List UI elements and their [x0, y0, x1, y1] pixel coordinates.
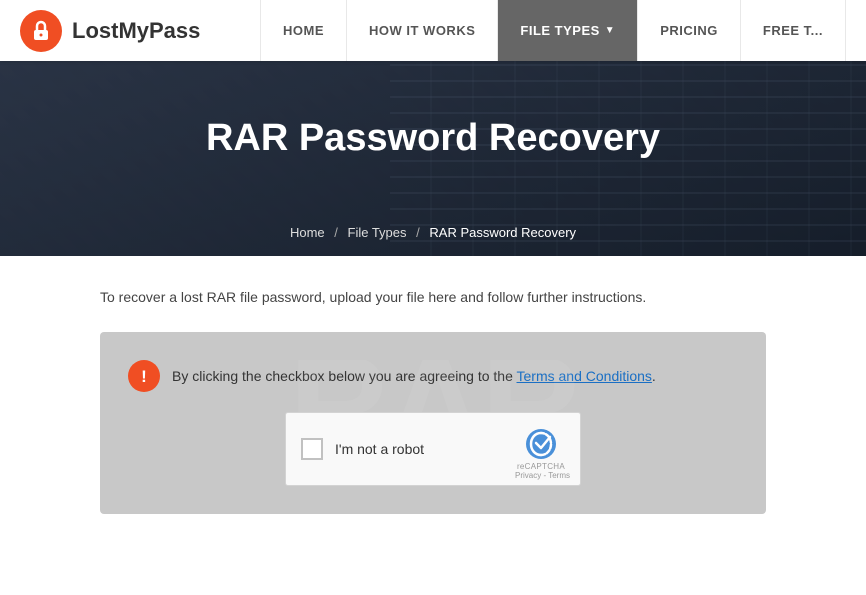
breadcrumb-home[interactable]: Home	[290, 225, 325, 240]
recaptcha-brand-text: reCAPTCHA	[517, 462, 565, 471]
logo[interactable]: LostMyPass	[20, 10, 200, 52]
nav-pricing[interactable]: PRICING	[638, 0, 741, 61]
notice-row: ! By clicking the checkbox below you are…	[128, 360, 738, 392]
captcha-label: I'm not a robot	[335, 441, 505, 457]
breadcrumb-sep-1: /	[334, 225, 338, 240]
captcha-privacy-link[interactable]: Privacy	[515, 471, 541, 480]
captcha-footer: Privacy - Terms	[515, 471, 570, 480]
captcha-box: I'm not a robot reCAPTCHA Privacy	[285, 412, 581, 486]
breadcrumb-sep-2: /	[416, 225, 420, 240]
captcha-checkbox[interactable]	[301, 438, 323, 460]
nav-home[interactable]: HOME	[260, 0, 347, 61]
intro-text: To recover a lost RAR file password, upl…	[100, 286, 766, 308]
brand-name: LostMyPass	[72, 18, 200, 44]
nav-links: HOME HOW IT WORKS FILE TYPES ▼ PRICING F…	[260, 0, 846, 61]
breadcrumb-file-types[interactable]: File Types	[348, 225, 407, 240]
breadcrumb: Home / File Types / RAR Password Recover…	[290, 225, 576, 240]
navbar: LostMyPass HOME HOW IT WORKS FILE TYPES …	[0, 0, 866, 61]
captcha-terms-link[interactable]: Terms	[548, 471, 570, 480]
recaptcha-logo-icon	[525, 428, 557, 460]
main-content: To recover a lost RAR file password, upl…	[0, 256, 866, 554]
upload-area: RAR ! By clicking the checkbox below you…	[100, 332, 766, 514]
page-title: RAR Password Recovery	[206, 117, 660, 160]
terms-link[interactable]: Terms and Conditions	[517, 368, 652, 384]
breadcrumb-current: RAR Password Recovery	[429, 225, 576, 240]
chevron-down-icon: ▼	[605, 25, 615, 36]
notice-text: By clicking the checkbox below you are a…	[172, 368, 656, 384]
nav-file-types[interactable]: FILE TYPES ▼	[498, 0, 638, 61]
nav-free-trial[interactable]: FREE T...	[741, 0, 846, 61]
nav-how-it-works[interactable]: HOW IT WORKS	[347, 0, 498, 61]
captcha-logo-area: reCAPTCHA	[517, 428, 565, 471]
hero-section: RAR Password Recovery Home / File Types …	[0, 61, 866, 256]
lock-icon	[29, 19, 53, 43]
logo-icon	[20, 10, 62, 52]
warning-icon: !	[128, 360, 160, 392]
captcha-wrapper: I'm not a robot reCAPTCHA Privacy	[128, 412, 738, 486]
